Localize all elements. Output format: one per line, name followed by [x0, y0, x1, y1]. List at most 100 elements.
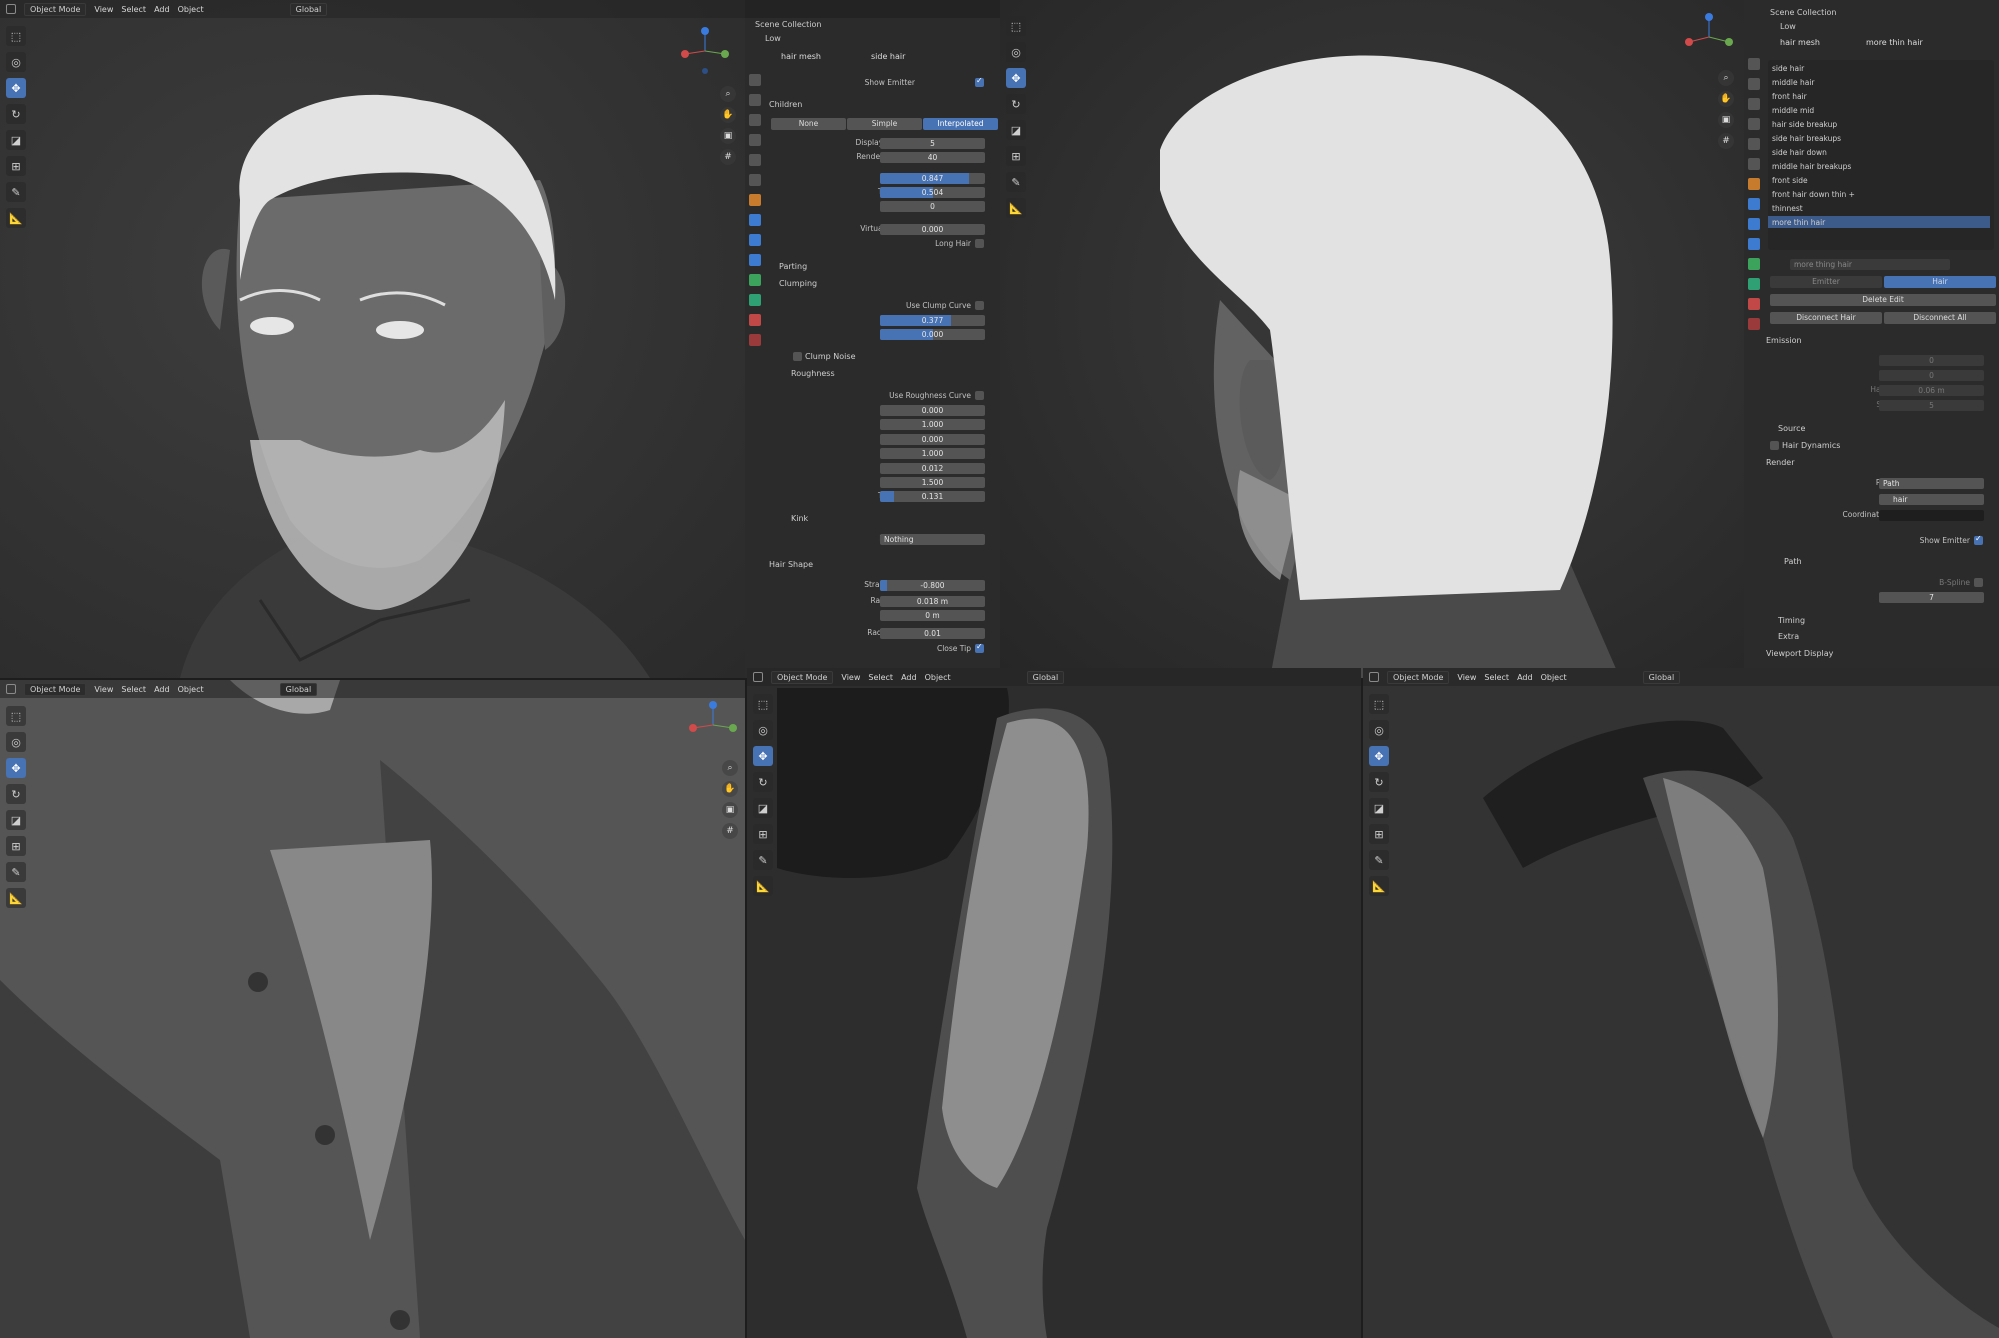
list-item[interactable]: front hair — [1768, 90, 1990, 102]
move-icon[interactable]: ✥ — [6, 78, 26, 98]
object-tab-icon[interactable] — [1748, 178, 1760, 190]
render-section[interactable]: Render — [1766, 458, 1794, 467]
tool-tab-icon[interactable] — [749, 74, 761, 86]
select-menu[interactable]: Select — [868, 673, 893, 682]
texture-tab-icon[interactable] — [749, 334, 761, 346]
scale-icon[interactable]: ◪ — [753, 798, 773, 818]
navigation-gizmo-2[interactable] — [1684, 12, 1734, 62]
scene-tab-icon[interactable] — [749, 154, 761, 166]
select-box-icon[interactable]: ⬚ — [1369, 694, 1389, 714]
seed-field-right[interactable]: 0 — [1879, 370, 1984, 381]
show-emitter-checkbox-right[interactable] — [1974, 534, 1983, 545]
rough-shape-field[interactable]: 1.000 — [880, 448, 985, 459]
render-tab-icon[interactable] — [749, 94, 761, 106]
source-section[interactable]: Source — [1778, 424, 1805, 433]
viewport-forearm[interactable]: Object Mode View Select Add Object Globa… — [747, 668, 1361, 1338]
viewport-face-front[interactable]: Object Mode View Select Add Object Globa… — [0, 0, 745, 678]
annotate-icon[interactable]: ✎ — [1006, 172, 1026, 192]
mode-select[interactable]: Object Mode — [1387, 670, 1450, 684]
orientation-select[interactable]: Global — [279, 682, 318, 696]
editor-type-icon[interactable] — [6, 4, 16, 14]
physics-tab-icon[interactable] — [1748, 238, 1760, 250]
clump-noise-section[interactable]: Clump Noise — [805, 352, 855, 361]
scale-icon[interactable]: ◪ — [1369, 798, 1389, 818]
coord-system-field[interactable] — [1879, 510, 1984, 521]
hair-length-field[interactable]: 0.06 m — [1879, 385, 1984, 396]
cursor-icon[interactable]: ◎ — [1369, 720, 1389, 740]
render-tab-icon[interactable] — [1748, 78, 1760, 90]
use-clump-curve-checkbox[interactable] — [975, 301, 984, 310]
add-menu[interactable]: Add — [154, 685, 170, 694]
parting-section[interactable]: Parting — [779, 262, 807, 271]
list-item[interactable]: hair side breakup — [1768, 118, 1990, 130]
pan-icon[interactable]: ✋ — [720, 107, 736, 123]
seed-field[interactable]: 0 — [880, 201, 985, 212]
navigation-gizmo[interactable] — [680, 26, 730, 76]
viewport-head-back[interactable]: ⬚ ◎ ✥ ↻ ◪ ⊞ ✎ 📐 ⌕ ✋ ▣ # — [1000, 0, 1744, 678]
pan-icon[interactable]: ✋ — [1718, 91, 1734, 107]
rotate-icon[interactable]: ↻ — [753, 772, 773, 792]
list-item[interactable]: middle mid — [1768, 104, 1990, 116]
mode-select[interactable]: Object Mode — [24, 682, 87, 696]
render-amount-field[interactable]: 40 — [880, 152, 985, 163]
clumping-section[interactable]: Clumping — [779, 279, 817, 288]
camera-icon[interactable]: ▣ — [1718, 112, 1734, 128]
list-item-selected[interactable]: more thin hair — [1768, 216, 1990, 228]
data-tab-icon[interactable] — [1748, 278, 1760, 290]
cursor-icon[interactable]: ◎ — [1006, 42, 1026, 62]
transform-icon[interactable]: ⊞ — [6, 836, 26, 856]
move-icon[interactable]: ✥ — [1006, 68, 1026, 88]
select-box-icon[interactable]: ⬚ — [1006, 16, 1026, 36]
measure-icon[interactable]: 📐 — [6, 208, 26, 228]
clump-field[interactable]: 0.377 — [880, 315, 985, 326]
move-icon[interactable]: ✥ — [753, 746, 773, 766]
segments-field[interactable]: 5 — [1879, 400, 1984, 411]
length-field[interactable]: 0.847 — [880, 173, 985, 184]
bspline-checkbox[interactable] — [1974, 578, 1983, 587]
use-roughness-curve-checkbox[interactable] — [975, 391, 984, 400]
object-menu[interactable]: Object — [925, 673, 951, 682]
viewport-display-section[interactable]: Viewport Display — [1766, 649, 1833, 658]
modifier-tab-icon[interactable] — [1748, 198, 1760, 210]
scale-icon[interactable]: ◪ — [6, 130, 26, 150]
roughness-section[interactable]: Roughness — [791, 369, 835, 378]
editor-type-icon[interactable] — [753, 672, 763, 682]
strand-shape-field[interactable]: -0.800 — [880, 580, 985, 591]
size-field[interactable]: 1.000 — [880, 419, 985, 430]
clump-noise-checkbox[interactable] — [793, 352, 802, 361]
disconnect-hair-button[interactable]: Disconnect Hair — [1770, 312, 1882, 324]
view-layer-tab-icon[interactable] — [1748, 118, 1760, 130]
object-menu[interactable]: Object — [1541, 673, 1567, 682]
select-box-icon[interactable]: ⬚ — [6, 706, 26, 726]
scene-tab-icon[interactable] — [1748, 138, 1760, 150]
grid-icon[interactable]: # — [1718, 133, 1734, 149]
cursor-icon[interactable]: ◎ — [6, 52, 26, 72]
threshold-field[interactable]: 0.504 — [880, 187, 985, 198]
transform-icon[interactable]: ⊞ — [1369, 824, 1389, 844]
measure-icon[interactable]: 📐 — [1369, 876, 1389, 896]
move-icon[interactable]: ✥ — [6, 758, 26, 778]
camera-icon[interactable]: ▣ — [720, 128, 736, 144]
list-item[interactable]: side hair — [1768, 62, 1990, 74]
children-simple-tab[interactable]: Simple — [847, 118, 922, 130]
list-item[interactable]: front side — [1768, 174, 1990, 186]
measure-icon[interactable]: 📐 — [1006, 198, 1026, 218]
list-item[interactable]: side hair down — [1768, 146, 1990, 158]
world-tab-icon[interactable] — [1748, 158, 1760, 170]
constraints-tab-icon[interactable] — [1748, 258, 1760, 270]
viewport-chest[interactable]: Object Mode View Select Add Object Globa… — [0, 680, 745, 1338]
editor-type-icon[interactable] — [6, 684, 16, 694]
list-item[interactable]: thinnest — [1768, 202, 1990, 214]
view-layer-tab-icon[interactable] — [749, 134, 761, 146]
long-hair-checkbox[interactable] — [975, 239, 984, 248]
steps-field[interactable]: 7 — [1879, 592, 1984, 603]
editor-type-icon[interactable] — [1369, 672, 1379, 682]
select-box-icon[interactable]: ⬚ — [753, 694, 773, 714]
mode-select[interactable]: Object Mode — [771, 670, 834, 684]
render-as-select[interactable]: Path — [1879, 478, 1984, 489]
rotate-icon[interactable]: ↻ — [6, 104, 26, 124]
list-item[interactable]: side hair breakups — [1768, 132, 1990, 144]
rotate-icon[interactable]: ↻ — [1369, 772, 1389, 792]
hair-tab[interactable]: Hair — [1884, 276, 1996, 288]
navigation-gizmo-3[interactable] — [688, 700, 738, 750]
